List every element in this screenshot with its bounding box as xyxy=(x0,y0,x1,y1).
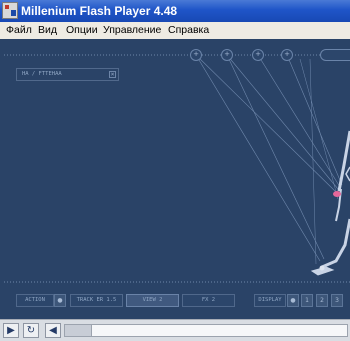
tracker-box[interactable]: HA / FTTEHAA × xyxy=(16,68,119,81)
tracker-label: HA / FTTEHAA xyxy=(22,71,62,77)
menu-control[interactable]: Управление xyxy=(103,24,161,36)
play-button[interactable]: ▶ xyxy=(3,323,19,338)
play-icon: ▶ xyxy=(7,325,15,336)
loop-button[interactable]: ↻ xyxy=(23,323,39,338)
menu-bar: Файл Вид Опции Управление Справка xyxy=(0,22,350,40)
skeleton-figure xyxy=(310,130,350,276)
seek-thumb[interactable] xyxy=(65,325,92,336)
page-1-button[interactable]: 1 xyxy=(301,294,313,307)
action-dot-icon[interactable]: ● xyxy=(54,294,66,307)
stage-graphics xyxy=(4,54,350,283)
seek-bar[interactable] xyxy=(64,324,348,337)
back-arrow-icon: ◀ xyxy=(49,325,57,336)
string-line xyxy=(257,54,341,188)
display-dot-icon[interactable]: ● xyxy=(287,294,299,307)
loop-icon: ↻ xyxy=(26,325,36,336)
player-controls: ▶ ↻ ◀ xyxy=(0,319,350,341)
stage-node-2[interactable]: + xyxy=(221,49,233,61)
tracker-button[interactable]: TRACK ER 1.5 xyxy=(70,294,123,307)
page-2-button[interactable]: 2 xyxy=(316,294,328,307)
page-3-button[interactable]: 3 xyxy=(331,294,343,307)
action-button[interactable]: ACTION xyxy=(16,294,54,307)
stage-node-3[interactable]: + xyxy=(252,49,264,61)
stage-node-4[interactable]: + xyxy=(281,49,293,61)
menu-options[interactable]: Опции xyxy=(66,24,98,36)
fx-button[interactable]: FX 2 xyxy=(182,294,235,307)
view-button[interactable]: VIEW 2 xyxy=(126,294,179,307)
menu-view[interactable]: Вид xyxy=(38,24,57,36)
app-icon[interactable] xyxy=(2,2,18,19)
display-button[interactable]: DISPLAY xyxy=(254,294,286,307)
string-line xyxy=(226,54,339,190)
flash-stage[interactable]: + + + + HA / FTTEHAA × ACTION ● TRACK ER… xyxy=(0,39,350,319)
stage-node-pill[interactable] xyxy=(320,49,350,61)
window-title: Millenium Flash Player 4.48 xyxy=(21,4,178,18)
seek-back-button[interactable]: ◀ xyxy=(45,323,61,338)
tracker-close-icon[interactable]: × xyxy=(109,71,116,78)
menu-file[interactable]: Файл xyxy=(6,24,32,36)
menu-help[interactable]: Справка xyxy=(168,24,209,36)
string-line xyxy=(286,54,343,186)
title-bar[interactable]: Millenium Flash Player 4.48 xyxy=(0,0,350,22)
stage-node-1[interactable]: + xyxy=(190,49,202,61)
string-line xyxy=(226,54,325,260)
string-line xyxy=(299,58,339,200)
